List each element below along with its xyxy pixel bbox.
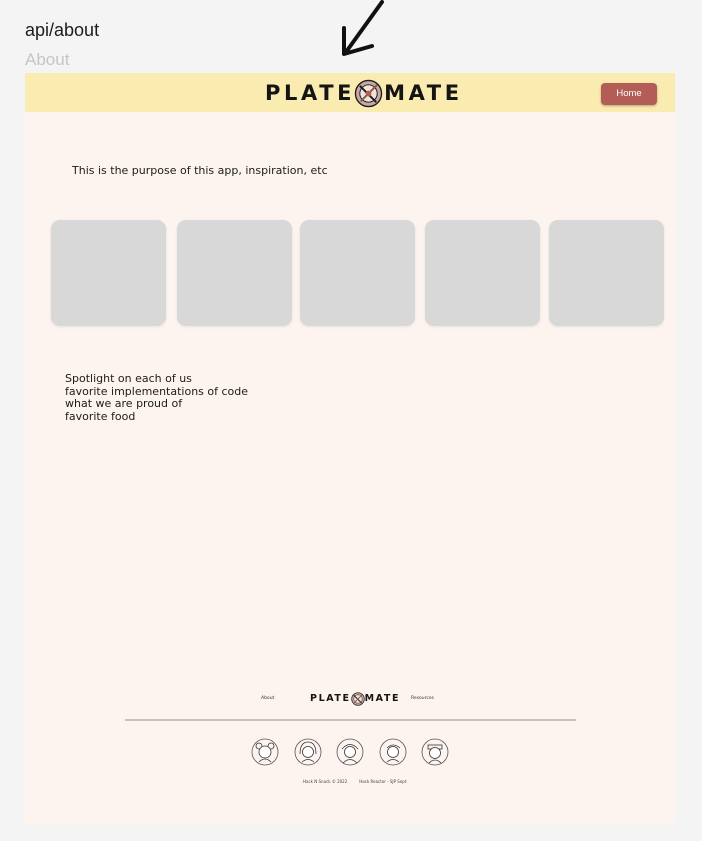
copyright-text: Hack N Snack © 2022 xyxy=(303,779,348,784)
team-card xyxy=(549,220,664,326)
team-avatars xyxy=(251,738,451,768)
team-card xyxy=(177,220,292,326)
footer-credits: Hack N Snack © 2022 Hack Reactor - SJP Se… xyxy=(303,779,418,784)
plate-logo-icon xyxy=(350,692,365,706)
logo-text-right: MATE xyxy=(384,81,463,105)
program-text: Hack Reactor - SJP Sept xyxy=(359,779,407,784)
team-card xyxy=(51,220,166,326)
logo-text-left: PLATE xyxy=(265,81,356,105)
top-nav: PLATE MATE Home xyxy=(25,73,675,112)
route-label: api/about xyxy=(25,20,100,40)
brand-logo[interactable]: PLATE MATE xyxy=(265,79,463,108)
team-card xyxy=(425,220,540,326)
app-frame: PLATE MATE Home This is the purpose of t… xyxy=(25,73,675,825)
spotlight-line: Spotlight on each of us xyxy=(65,372,192,385)
team-card xyxy=(300,220,415,326)
avatar-icon[interactable] xyxy=(336,738,364,766)
plate-logo-icon xyxy=(354,79,383,108)
avatar-icon[interactable] xyxy=(379,738,407,766)
avatar-icon[interactable] xyxy=(251,738,279,766)
footer-nav: About PLATE MATE Resources xyxy=(25,691,675,711)
footer-logo-text-right: MATE xyxy=(364,693,401,705)
footer-about-link[interactable]: About xyxy=(261,696,274,701)
purpose-text: This is the purpose of this app, inspira… xyxy=(72,164,328,177)
spotlight-line: what we are proud of xyxy=(65,397,183,411)
avatar-icon[interactable] xyxy=(294,738,322,766)
footer-divider xyxy=(125,719,576,721)
footer-resources-link[interactable]: Resources xyxy=(411,696,434,701)
annotation-arrow-icon xyxy=(342,0,384,56)
avatar-icon[interactable] xyxy=(421,738,449,766)
home-button[interactable]: Home xyxy=(601,83,657,105)
footer-logo[interactable]: PLATE MATE xyxy=(310,692,400,706)
spotlight-notes: Spotlight on each of us favorite impleme… xyxy=(65,372,248,423)
spotlight-line: favorite food xyxy=(65,409,136,423)
page-label: About xyxy=(25,50,70,69)
footer-logo-text-left: PLATE xyxy=(310,693,351,705)
